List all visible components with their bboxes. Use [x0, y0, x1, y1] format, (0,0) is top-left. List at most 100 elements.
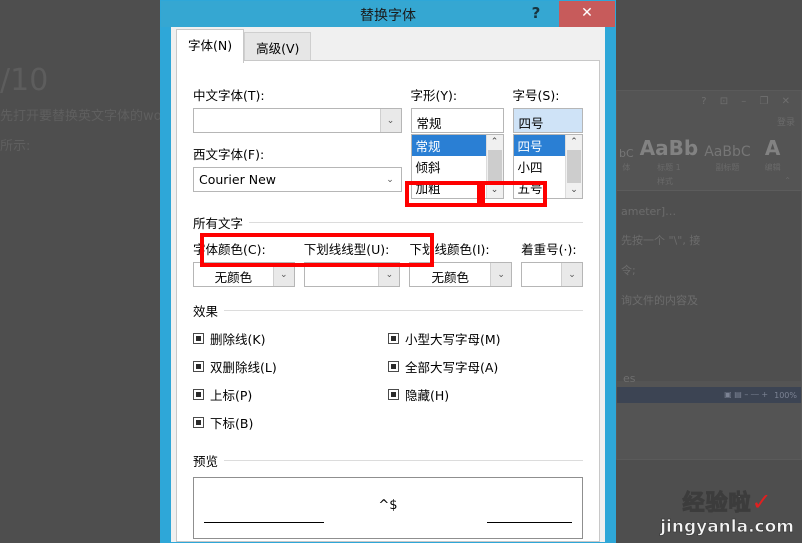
checkbox-indeterminate-icon[interactable]: [193, 417, 204, 428]
font-style-input[interactable]: 常规: [410, 108, 504, 133]
underline-color-label: 下划线颜色(I):: [409, 242, 490, 257]
preview-text: ^$: [378, 498, 398, 513]
list-item[interactable]: 加粗: [412, 177, 486, 198]
list-item[interactable]: 五号: [514, 177, 565, 198]
watermark-line-2: jingyanla.com: [660, 517, 795, 538]
tab-advanced[interactable]: 高级(V): [244, 32, 312, 63]
help-icon[interactable]: ?: [525, 2, 547, 24]
list-item[interactable]: 倾斜: [412, 156, 486, 177]
checkbox-subscript[interactable]: 下标(B): [193, 413, 388, 432]
latin-font-combo[interactable]: Courier New ⌄: [193, 167, 402, 192]
checkbox-indeterminate-icon[interactable]: [388, 333, 399, 344]
all-text-fields: 字体颜色(C): 无颜色 ⌄ 下划线线型(U): ⌄ 下划线颜色(I): 无颜色…: [193, 239, 583, 287]
background-page-counter: /10: [0, 63, 49, 98]
effects-group-header: 效果: [193, 301, 583, 320]
chevron-down-icon[interactable]: ⌄: [272, 263, 294, 286]
font-style-listbox[interactable]: 常规 倾斜 加粗 ⌃ ⌄: [410, 134, 504, 199]
scroll-down-icon[interactable]: ⌄: [486, 183, 503, 198]
underline-style-label: 下划线线型(U):: [303, 242, 390, 257]
dialog-title-bar: 替换字体 ? ✕: [161, 1, 615, 27]
chinese-font-label: 中文字体(T):: [193, 88, 265, 103]
background-style-item: bC 体: [619, 147, 634, 172]
background-footer-text: es: [623, 372, 636, 385]
scrollbar-thumb[interactable]: [567, 150, 581, 183]
all-text-group-title: 所有文字: [193, 216, 244, 231]
font-size-listbox[interactable]: 四号 小四 五号 ⌃ ⌄: [512, 134, 583, 199]
font-color-value: 无颜色: [214, 270, 253, 285]
background-line-1: 先打开要替换英文字体的wo: [0, 109, 162, 124]
latin-font-label: 西文字体(F):: [193, 147, 265, 162]
underline-color-combo[interactable]: 无颜色 ⌄: [409, 262, 513, 287]
chevron-down-icon[interactable]: ⌄: [379, 109, 401, 132]
all-text-group: 所有文字 字体颜色(C): 无颜色 ⌄ 下划线线型(U): ⌄ 下划线颜色(I)…: [193, 213, 583, 287]
background-status-bar: ▣ ▤ – ⎯⎯ + 100%: [617, 387, 801, 403]
checkbox-superscript[interactable]: 上标(P): [193, 385, 388, 404]
font-size-scrollbar[interactable]: ⌃ ⌄: [565, 135, 582, 198]
chinese-font-value: [194, 109, 380, 132]
scroll-up-icon[interactable]: ⌃: [486, 135, 503, 150]
divider: [224, 310, 583, 311]
scroll-down-icon[interactable]: ⌄: [566, 183, 582, 198]
font-size-label: 字号(S):: [512, 88, 560, 103]
checkbox-small-caps[interactable]: 小型大写字母(M): [388, 329, 583, 348]
underline-color-value: 无颜色: [431, 270, 470, 285]
effects-group-title: 效果: [193, 304, 219, 319]
checkbox-all-caps[interactable]: 全部大写字母(A): [388, 357, 583, 376]
checkbox-strikethrough[interactable]: 删除线(K): [193, 329, 388, 348]
checkbox-indeterminate-icon[interactable]: [193, 333, 204, 344]
preview-group-header: 预览: [193, 451, 583, 470]
background-ribbon-group-labels: 样式 ⌃: [617, 173, 801, 191]
tab-font[interactable]: 字体(N): [176, 29, 245, 63]
list-item[interactable]: 四号: [513, 135, 565, 156]
effects-right-column: 小型大写字母(M) 全部大写字母(A) 隐藏(H): [388, 329, 583, 441]
font-color-label: 字体颜色(C):: [193, 242, 266, 257]
background-style-item: AaBbC 副标题: [704, 144, 751, 172]
list-item[interactable]: 常规: [411, 135, 486, 156]
background-doc-line: 先按一个 "\", 接: [621, 234, 701, 247]
background-doc-line: 询文件的内容及: [621, 294, 698, 307]
divider: [224, 460, 583, 461]
font-style-label: 字形(Y):: [410, 88, 458, 103]
background-doc-line: ameter]…: [621, 205, 677, 218]
tab-strip: 字体(N) 高级(V): [171, 27, 605, 63]
background-style-gallery: bC 体 AaBb 标题 1 AaBbC 副标题 A 编辑: [617, 128, 801, 173]
scrollbar-thumb[interactable]: [487, 150, 502, 183]
checkbox-double-strikethrough[interactable]: 双删除线(L): [193, 357, 388, 376]
background-edit-group: A 编辑: [764, 136, 781, 172]
check-icon: ✓: [751, 488, 772, 516]
checkbox-indeterminate-icon[interactable]: [388, 361, 399, 372]
emphasis-mark-value: [522, 263, 561, 286]
chevron-down-icon[interactable]: ⌄: [490, 263, 512, 286]
font-color-combo[interactable]: 无颜色 ⌄: [193, 262, 295, 287]
close-button[interactable]: ✕: [559, 1, 615, 27]
background-style-item: AaBb 标题 1: [639, 136, 699, 172]
effects-group: 效果 删除线(K) 双删除线(L) 上标(P) 下标(B) 小型大写字母(M) …: [193, 301, 583, 441]
preview-box: ^$: [193, 477, 583, 539]
chevron-down-icon[interactable]: ⌄: [561, 263, 582, 286]
checkbox-indeterminate-icon[interactable]: [193, 361, 204, 372]
font-size-input[interactable]: 四号: [512, 108, 583, 133]
chevron-up-icon: ⌃: [784, 176, 791, 185]
checkbox-indeterminate-icon[interactable]: [193, 389, 204, 400]
preview-rule-left: [204, 522, 324, 523]
list-item[interactable]: 小四: [514, 156, 565, 177]
chinese-font-combo[interactable]: ⌄: [193, 108, 402, 133]
effects-left-column: 删除线(K) 双删除线(L) 上标(P) 下标(B): [193, 329, 388, 441]
scroll-up-icon[interactable]: ⌃: [566, 135, 582, 150]
emphasis-mark-combo[interactable]: ⌄: [521, 262, 583, 287]
watermark-line-1: 经验啦✓: [682, 488, 772, 517]
background-zoom-level: 100%: [774, 390, 797, 400]
latin-font-value: Courier New: [199, 172, 276, 187]
watermark: 经验啦✓ jingyanla.com: [660, 485, 795, 538]
emphasis-mark-label: 着重号(·):: [521, 242, 577, 257]
underline-style-combo[interactable]: ⌄: [303, 262, 401, 287]
checkbox-hidden[interactable]: 隐藏(H): [388, 385, 583, 404]
background-left-text: /10 先打开要替换英文字体的wo 所示:: [0, 60, 175, 162]
chevron-down-icon[interactable]: ⌄: [379, 168, 401, 191]
background-signin-label: 登录: [776, 118, 795, 128]
preview-group-title: 预览: [193, 454, 219, 469]
background-line-2: 所示:: [0, 139, 31, 154]
font-style-scrollbar[interactable]: ⌃ ⌄: [485, 135, 503, 198]
chevron-down-icon[interactable]: ⌄: [378, 263, 400, 286]
checkbox-indeterminate-icon[interactable]: [388, 389, 399, 400]
